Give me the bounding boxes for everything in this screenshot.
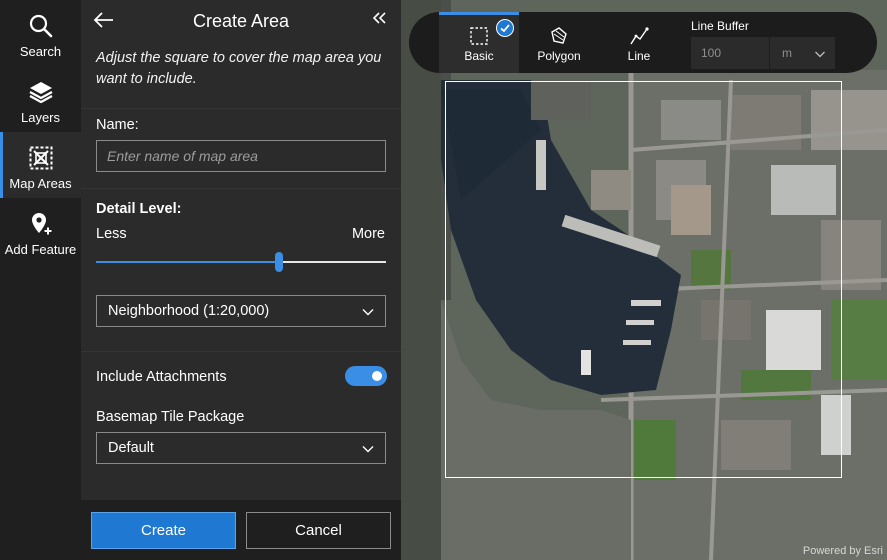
- detail-level-label: Detail Level:: [96, 201, 182, 217]
- include-attachments-label: Include Attachments: [96, 369, 227, 385]
- dropdown-value: Default: [108, 440, 154, 456]
- create-area-panel: Create Area Adjust the square to cover t…: [81, 0, 401, 500]
- buffer-unit-dropdown[interactable]: m: [770, 37, 835, 69]
- collapse-panel-icon[interactable]: [371, 10, 387, 26]
- detail-level-dropdown[interactable]: Neighborhood (1:20,000): [96, 295, 386, 327]
- rail-item-layers[interactable]: Layers: [0, 66, 81, 128]
- panel-description: Adjust the square to cover the map area …: [96, 50, 382, 87]
- rail-item-label: Add Feature: [4, 242, 77, 257]
- create-button[interactable]: Create: [91, 512, 236, 549]
- name-label: Name:: [96, 117, 139, 133]
- panel-header: Create Area: [81, 0, 401, 44]
- map-areas-icon: [27, 144, 55, 172]
- map-area-selection-box[interactable]: [445, 81, 842, 478]
- rail-item-label: Map Areas: [9, 176, 72, 191]
- search-icon: [27, 12, 55, 40]
- slider-fill: [96, 261, 279, 263]
- dropdown-value: Neighborhood (1:20,000): [108, 303, 270, 319]
- rail-item-add-feature[interactable]: Add Feature: [0, 198, 81, 260]
- checkmark-icon: [496, 19, 514, 37]
- tool-basic[interactable]: Basic: [439, 12, 519, 73]
- tool-label: Polygon: [537, 49, 581, 63]
- divider: [81, 108, 401, 109]
- rectangle-select-icon: [469, 26, 489, 46]
- toggle-knob: [372, 371, 382, 381]
- map-view[interactable]: Basic Polygon Line Line Buffer 100 m Pow…: [401, 0, 887, 560]
- chevron-down-icon: [361, 305, 375, 319]
- polygon-icon: [549, 26, 569, 46]
- nav-rail: Search Layers Map Areas Add Feature: [0, 0, 81, 560]
- detail-level-slider[interactable]: [96, 252, 386, 272]
- dropdown-value: m: [782, 46, 792, 60]
- map-area-name-input[interactable]: [96, 140, 386, 172]
- divider: [81, 351, 401, 352]
- add-feature-icon: [27, 210, 55, 238]
- slider-max-label: More: [351, 226, 385, 242]
- include-attachments-toggle[interactable]: [345, 366, 387, 386]
- divider: [81, 188, 401, 189]
- layers-icon: [27, 78, 55, 106]
- rail-item-map-areas[interactable]: Map Areas: [0, 132, 81, 198]
- basemap-tile-package-dropdown[interactable]: Default: [96, 432, 386, 464]
- line-buffer-input[interactable]: 100: [691, 37, 769, 69]
- map-attribution: Powered by Esri: [802, 545, 883, 557]
- tool-polygon[interactable]: Polygon: [519, 12, 599, 73]
- slider-thumb[interactable]: [274, 252, 283, 272]
- line-icon: [629, 26, 649, 46]
- cancel-button[interactable]: Cancel: [246, 512, 391, 549]
- line-buffer-label: Line Buffer: [691, 19, 749, 33]
- tool-label: Basic: [464, 49, 494, 63]
- chevron-down-icon: [814, 47, 826, 59]
- tool-label: Line: [627, 49, 651, 63]
- rail-item-label: Layers: [20, 110, 61, 125]
- basemap-tile-package-label: Basemap Tile Package: [96, 409, 245, 425]
- area-tool-toolbar: Basic Polygon Line Line Buffer 100 m: [409, 12, 877, 73]
- tool-line[interactable]: Line: [599, 12, 679, 73]
- chevron-down-icon: [361, 442, 375, 456]
- rail-item-search[interactable]: Search: [0, 0, 81, 62]
- page-title: Create Area: [192, 11, 290, 31]
- slider-min-label: Less: [96, 226, 127, 242]
- rail-item-label: Search: [19, 44, 62, 59]
